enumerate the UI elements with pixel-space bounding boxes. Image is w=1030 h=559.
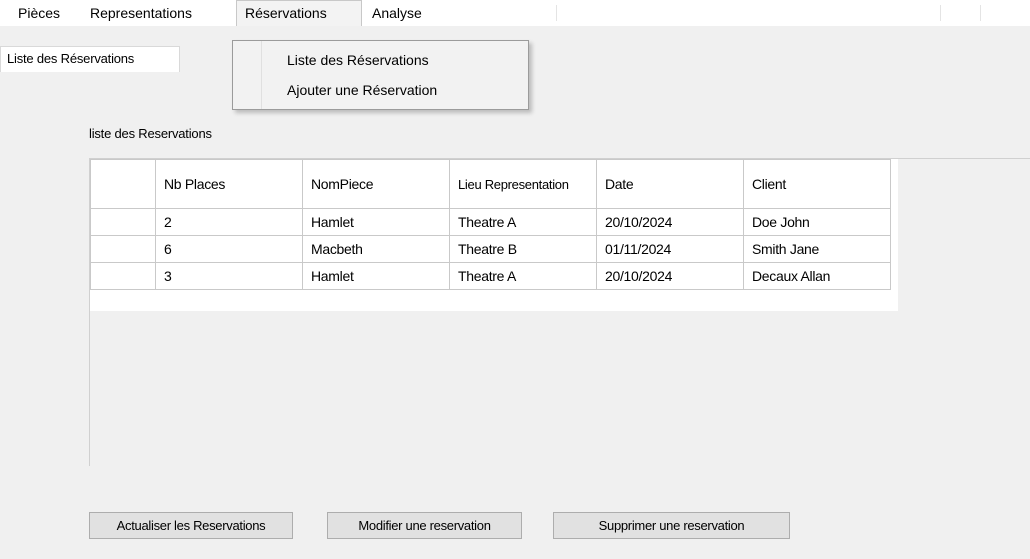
cell-nompiece[interactable]: Hamlet (302, 262, 450, 290)
menu-analyse[interactable]: Analyse (364, 0, 430, 26)
cell-nompiece[interactable]: Macbeth (302, 235, 450, 263)
cell-nb-places[interactable]: 3 (155, 262, 303, 290)
delete-reservation-button[interactable]: Supprimer une reservation (553, 512, 790, 539)
cell-lieu[interactable]: Theatre A (449, 208, 597, 236)
reservations-dropdown: Liste des Réservations Ajouter une Réser… (232, 40, 529, 110)
cell-nompiece[interactable]: Hamlet (302, 208, 450, 236)
cell-lieu[interactable]: Theatre A (449, 262, 597, 290)
cell-date[interactable]: 01/11/2024 (596, 235, 744, 263)
menu-divider (556, 5, 557, 21)
column-header-client[interactable]: Client (743, 159, 891, 209)
cell-nb-places[interactable]: 6 (155, 235, 303, 263)
menu-divider (980, 5, 981, 21)
reservations-table: Nb Places NomPiece Lieu Representation D… (90, 159, 891, 290)
cell-client[interactable]: Decaux Allan (743, 262, 891, 290)
row-header[interactable] (90, 208, 156, 236)
menuitem-liste-reservations[interactable]: Liste des Réservations (261, 45, 527, 75)
cell-client[interactable]: Smith Jane (743, 235, 891, 263)
tab-liste-reservations[interactable]: Liste des Réservations (0, 46, 180, 72)
menu-divider (940, 5, 941, 21)
table-header-row: Nb Places NomPiece Lieu Representation D… (90, 159, 891, 209)
edit-reservation-button[interactable]: Modifier une reservation (327, 512, 522, 539)
section-title: liste des Reservations (89, 126, 212, 141)
table-row[interactable]: 3 Hamlet Theatre A 20/10/2024 Decaux All… (90, 262, 891, 290)
table-row[interactable]: 2 Hamlet Theatre A 20/10/2024 Doe John (90, 208, 891, 236)
column-header-nompiece[interactable]: NomPiece (302, 159, 450, 209)
row-header[interactable] (90, 262, 156, 290)
dropdown-icon-gutter (233, 41, 262, 109)
cell-nb-places[interactable]: 2 (155, 208, 303, 236)
cell-date[interactable]: 20/10/2024 (596, 262, 744, 290)
column-header-lieu[interactable]: Lieu Representation (449, 159, 597, 209)
cell-date[interactable]: 20/10/2024 (596, 208, 744, 236)
reservations-grid[interactable]: Nb Places NomPiece Lieu Representation D… (89, 158, 1030, 466)
menuitem-ajouter-reservation[interactable]: Ajouter une Réservation (261, 75, 527, 105)
column-header-nb-places[interactable]: Nb Places (155, 159, 303, 209)
menu-reservations[interactable]: Réservations (236, 0, 362, 26)
row-header-corner[interactable] (90, 159, 156, 209)
row-header[interactable] (90, 235, 156, 263)
refresh-reservations-button[interactable]: Actualiser les Reservations (89, 512, 293, 539)
menu-pieces[interactable]: Pièces (10, 0, 68, 26)
menu-representations[interactable]: Representations (82, 0, 200, 26)
cell-client[interactable]: Doe John (743, 208, 891, 236)
cell-lieu[interactable]: Theatre B (449, 235, 597, 263)
menu-bar: Pièces Representations Réservations Anal… (0, 0, 1030, 26)
table-row[interactable]: 6 Macbeth Theatre B 01/11/2024 Smith Jan… (90, 235, 891, 263)
column-header-date[interactable]: Date (596, 159, 744, 209)
